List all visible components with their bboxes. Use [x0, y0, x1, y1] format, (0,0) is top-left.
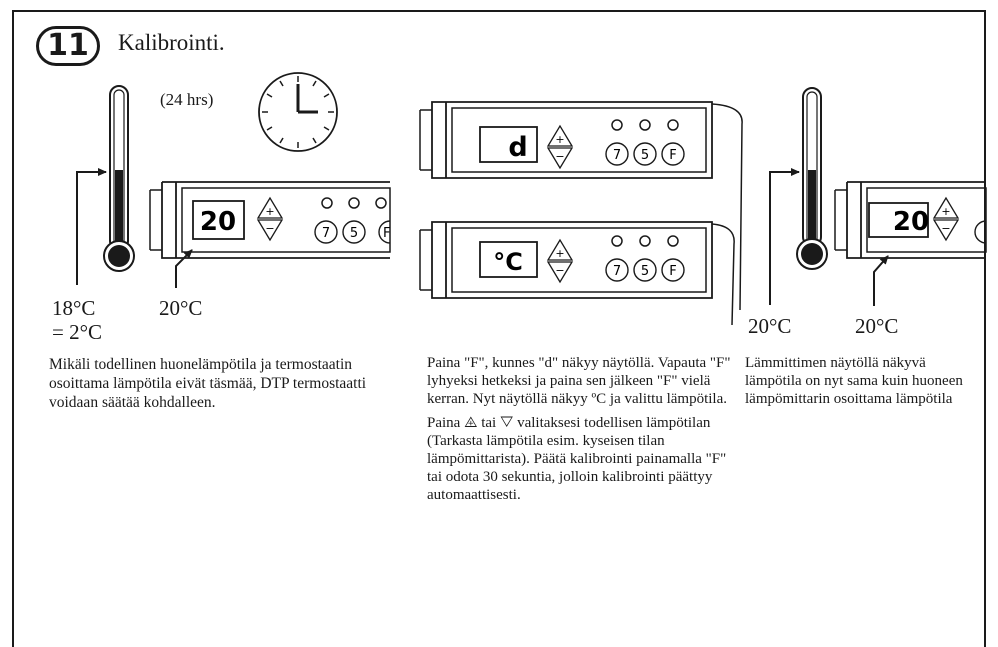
- label-thermo-left: 18°C: [52, 296, 96, 320]
- btn-f-label: F: [669, 264, 676, 279]
- btn-7-label: 7: [613, 264, 621, 279]
- arrow-thermo-left: [76, 168, 107, 285]
- label-display-left: 20°C: [159, 296, 203, 320]
- text-middle: Paina "F", kunnes "d" näkyy näytöllä. Va…: [427, 354, 737, 504]
- text-left-paragraph: Mikäli todellinen huonelämpötila ja term…: [49, 356, 367, 411]
- thermostat-panel-mid-top: d + − 7 5 F: [419, 101, 743, 311]
- label-display-right: 20°C: [855, 314, 899, 338]
- display-right-value: 20: [893, 207, 929, 237]
- thermostat-panel-left: 20 + − 7 5 F: [149, 181, 391, 259]
- minus-label: −: [555, 150, 564, 163]
- btn-5-label: 5: [641, 264, 649, 279]
- clock-label: (24 hrs): [160, 90, 214, 109]
- plus-label: +: [941, 205, 950, 218]
- plus-label: +: [555, 133, 564, 146]
- thermometer-left-icon: [103, 85, 135, 272]
- text-middle-paragraph-2: Paina ⨹ tai ▽ valitaksesi todellisen läm…: [427, 415, 727, 503]
- display-mid-bottom-value: °C: [493, 248, 523, 276]
- clock-icon: [258, 72, 338, 152]
- thermometer-right-icon: [796, 87, 828, 270]
- arrow-thermo-right: [769, 168, 800, 305]
- text-left: Mikäli todellinen huonelämpötila ja term…: [49, 355, 369, 412]
- btn-5-label: 5: [350, 226, 358, 241]
- plus-label: +: [555, 247, 564, 260]
- minus-label: −: [555, 264, 564, 277]
- label-thermo-left-diff: = 2°C: [52, 320, 102, 344]
- btn-5-label: 5: [641, 148, 649, 163]
- minus-label: −: [941, 222, 950, 235]
- illustrations: 20 + − 7 5 F d + − 7 5 F °C + − 7 5 F 20…: [76, 72, 987, 326]
- display-left-value: 20: [200, 207, 236, 237]
- thermostat-panel-mid-bottom: °C + − 7 5 F: [419, 221, 735, 326]
- arrow-display-right: [873, 255, 889, 306]
- label-thermo-right: 20°C: [748, 314, 792, 338]
- btn-f-label: F: [383, 226, 390, 241]
- text-right: Lämmittimen näytöllä näkyvä lämpötila on…: [745, 354, 980, 408]
- btn-f-label: F: [669, 148, 676, 163]
- btn-7-label: 7: [322, 226, 330, 241]
- display-mid-top-value: d: [508, 132, 527, 163]
- arrow-display-left: [175, 249, 193, 288]
- minus-label: −: [265, 222, 274, 235]
- plus-label: +: [265, 205, 274, 218]
- text-right-paragraph: Lämmittimen näytöllä näkyvä lämpötila on…: [745, 355, 963, 407]
- thermostat-panel-right: 20 + −: [834, 181, 987, 259]
- text-middle-paragraph-1: Paina "F", kunnes "d" näkyy näytöllä. Va…: [427, 355, 731, 407]
- btn-7-label: 7: [613, 148, 621, 163]
